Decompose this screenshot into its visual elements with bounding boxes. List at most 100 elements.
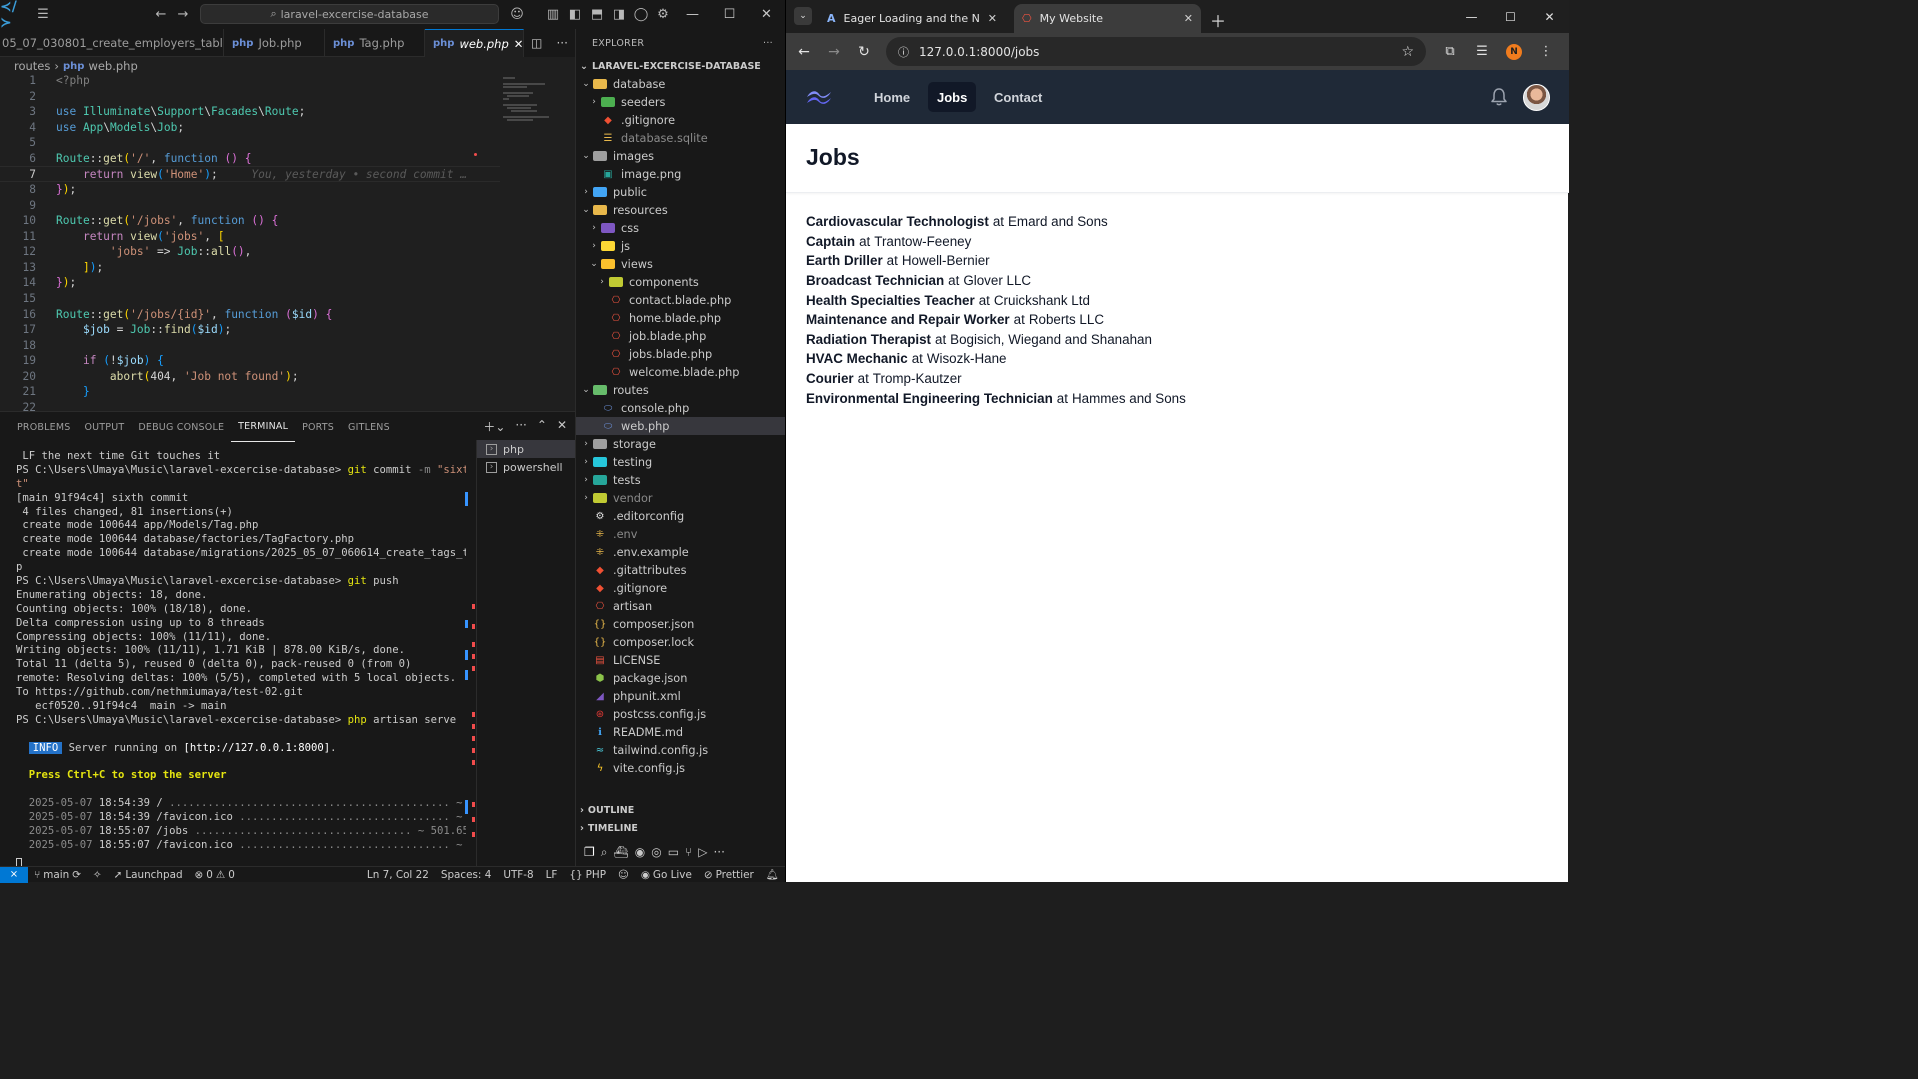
close-icon[interactable]: ✕ [1530, 0, 1569, 33]
go-live-button[interactable]: ◉ Go Live [635, 869, 698, 881]
indentation[interactable]: Spaces: 4 [435, 869, 498, 881]
code-line[interactable]: 14}); [0, 275, 500, 291]
language-mode[interactable]: {} PHP [563, 869, 612, 881]
encoding[interactable]: UTF-8 [497, 869, 539, 881]
tree-item-css[interactable]: › css [576, 219, 785, 237]
forward-arrow-icon[interactable]: → [819, 37, 849, 67]
back-arrow-icon[interactable]: ← [150, 3, 172, 25]
terminal-instance-php[interactable]: › php [477, 440, 575, 458]
tree-item-contact-blade-php[interactable]: ⎔ contact.blade.php [576, 291, 785, 309]
tab-problems[interactable]: PROBLEMS [10, 412, 77, 442]
timeline-section[interactable]: › TIMELINE [576, 819, 785, 837]
line-ending[interactable]: LF [540, 869, 564, 881]
tree-item-home-blade-php[interactable]: ⎔ home.blade.php [576, 309, 785, 327]
command-center-search[interactable]: ⌕ laravel-excercise-database [200, 4, 499, 24]
layout-customize-icon[interactable]: ▥ [542, 3, 564, 25]
tree-item-artisan[interactable]: ⎔ artisan [576, 597, 785, 615]
code-line[interactable]: 18 [0, 337, 500, 353]
close-tab-icon[interactable]: ✕ [1184, 12, 1193, 25]
tree-item-phpunit-xml[interactable]: ◢ phpunit.xml [576, 687, 785, 705]
tree-item-env[interactable]: ⁜ .env [576, 525, 785, 543]
job-list-item[interactable]: HVAC Mechanic at Wisozk-Hane [806, 349, 1186, 369]
code-line[interactable]: 19 if (!$job) { [0, 353, 500, 369]
terminal-output[interactable]: LF the next time Git touches it PS C:\Use… [16, 450, 466, 870]
tree-item-testing[interactable]: › testing [576, 453, 785, 471]
more-actions-icon[interactable]: ··· [763, 38, 773, 49]
code-line[interactable]: 21 } [0, 384, 500, 400]
bookmark-star-icon[interactable]: ☆ [1401, 44, 1414, 60]
split-editor-icon[interactable]: ◫ [531, 36, 542, 50]
remote-indicator-icon[interactable]: ⨯ [0, 866, 28, 883]
profile-avatar[interactable]: N [1506, 43, 1522, 60]
close-tab-icon[interactable]: ✕ [988, 12, 997, 25]
close-icon[interactable]: ✕ [514, 37, 523, 51]
code-line[interactable]: 11 return view('jobs', [ [0, 229, 500, 245]
tree-item-views[interactable]: ⌄ views [576, 255, 785, 273]
tree-item-readme-md[interactable]: ℹ README.md [576, 723, 785, 741]
tree-item-vendor[interactable]: › vendor [576, 489, 785, 507]
outline-section[interactable]: › OUTLINE [576, 801, 785, 819]
cursor-position[interactable]: Ln 7, Col 22 [361, 869, 435, 881]
reload-icon[interactable]: ↻ [849, 37, 879, 67]
tree-item-gitattributes[interactable]: ◆ .gitattributes [576, 561, 785, 579]
tree-item-components[interactable]: › components [576, 273, 785, 291]
code-line[interactable]: 22 [0, 400, 500, 411]
job-list-item[interactable]: Cardiovascular Technologist at Emard and S… [806, 212, 1186, 232]
toggle-secondary-sidebar-icon[interactable]: ◨ [608, 3, 630, 25]
code-line[interactable]: 15 [0, 291, 500, 307]
nav-link-home[interactable]: Home [865, 82, 919, 112]
tree-item-license[interactable]: ▤ LICENSE [576, 651, 785, 669]
tree-item-routes[interactable]: ⌄ routes [576, 381, 785, 399]
more-actions-icon[interactable]: ··· [556, 36, 567, 50]
job-list-item[interactable]: Courier at Tromp-Kautzer [806, 369, 1186, 389]
tab-terminal[interactable]: TERMINAL [231, 412, 296, 442]
code-line[interactable]: 7 return view('Home'); You, yesterday • … [0, 166, 500, 182]
breadcrumb-folder[interactable]: routes [14, 59, 50, 73]
tree-item-gitignore[interactable]: ◆ .gitignore [576, 111, 785, 129]
back-arrow-icon[interactable]: ← [789, 37, 819, 67]
tree-item-database-sqlite[interactable]: ☰ database.sqlite [576, 129, 785, 147]
code-line[interactable]: 13 ]); [0, 260, 500, 276]
tree-item-jobs-blade-php[interactable]: ⎔ jobs.blade.php [576, 345, 785, 363]
forward-arrow-icon[interactable]: → [172, 3, 194, 25]
reading-list-icon[interactable]: ☰ [1466, 37, 1498, 66]
code-editor[interactable]: 1 <?php 2 3 use Illuminate\Support\Facades\R… [0, 75, 575, 411]
tree-item-storage[interactable]: › storage [576, 435, 785, 453]
chat-icon[interactable]: ▭ [668, 845, 679, 859]
notifications-icon[interactable]: 🔔︎ [760, 868, 785, 881]
code-line[interactable]: 10 Route::get('/jobs', function () { [0, 213, 500, 229]
tree-item-database[interactable]: ⌄ database [576, 75, 785, 93]
docker-icon[interactable]: ⛴ [614, 845, 629, 859]
branch-indicator[interactable]: ⑂ main ⟳ [28, 869, 87, 881]
minimize-icon[interactable]: — [674, 0, 711, 29]
job-list-item[interactable]: Environmental Engineering Technician at Ha… [806, 388, 1186, 408]
job-list-item[interactable]: Maintenance and Repair Worker at Roberts L… [806, 310, 1186, 330]
tree-item-gitignore[interactable]: ◆ .gitignore [576, 579, 785, 597]
tree-item-composer-lock[interactable]: {} composer.lock [576, 633, 785, 651]
browser-tab-eager-loading[interactable]: A Eager Loading and the N+1 Pro ✕ [819, 4, 1005, 33]
terminal-scrollbar[interactable] [465, 490, 468, 870]
code-line[interactable]: 20 abort(404, 'Job not found'); [0, 368, 500, 384]
tree-item-public[interactable]: › public [576, 183, 785, 201]
more-views-icon[interactable]: ··· [713, 845, 724, 859]
tree-item-image-png[interactable]: ▣ image.png [576, 165, 785, 183]
toggle-sidebar-icon[interactable]: ◧ [564, 3, 586, 25]
tree-item-tests[interactable]: › tests [576, 471, 785, 489]
nav-link-jobs[interactable]: Jobs [928, 82, 977, 112]
job-list-item[interactable]: Captain at Trantow-Feeney [806, 232, 1186, 252]
remote-explorer-icon[interactable]: ◎ [651, 845, 661, 859]
code-line[interactable]: 3 use Illuminate\Support\Facades\Route; [0, 104, 500, 120]
problems-indicator[interactable]: ⊗ 0 ⚠ 0 [189, 869, 241, 881]
new-tab-button[interactable]: ＋ [1210, 8, 1226, 32]
search-icon[interactable]: ⌕ [601, 845, 608, 860]
job-list-item[interactable]: Broadcast Technician at Glover LLC [806, 271, 1186, 291]
code-line[interactable]: 8}); [0, 182, 500, 198]
maximize-icon[interactable]: ☐ [711, 0, 748, 29]
copilot-icon[interactable]: ☺ [506, 3, 528, 25]
tree-item-js[interactable]: › js [576, 237, 785, 255]
user-avatar[interactable] [1523, 84, 1550, 111]
site-info-icon[interactable]: ⓘ [898, 44, 909, 60]
source-control-icon[interactable]: ⑂ [685, 845, 692, 859]
tree-item-composer-json[interactable]: {} composer.json [576, 615, 785, 633]
job-list-item[interactable]: Health Specialties Teacher at Cruickshank … [806, 290, 1186, 310]
